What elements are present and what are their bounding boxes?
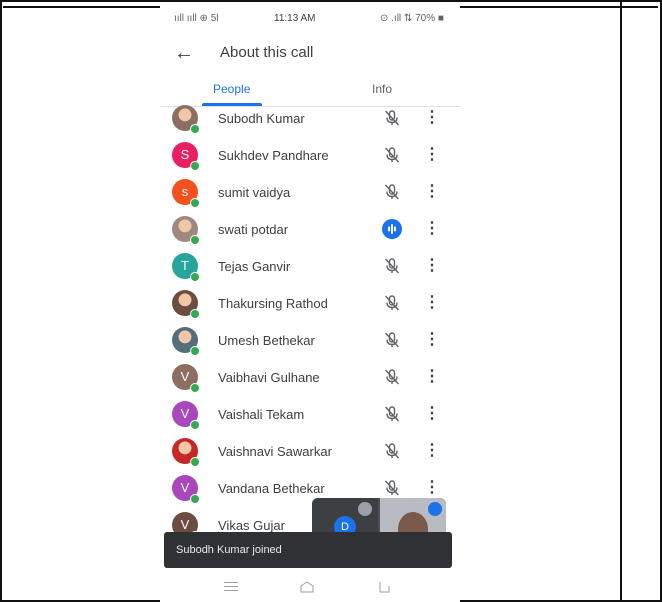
mic-off-icon	[384, 443, 400, 459]
more-options-icon[interactable]: ⋮	[422, 293, 442, 313]
presence-dot	[190, 346, 200, 356]
mic-off-icon	[384, 184, 400, 200]
participant-row[interactable]: swati potdar ⋮	[160, 211, 460, 248]
participant-name: Sukhdev Pandhare	[218, 148, 329, 163]
participant-row[interactable]: V Vaibhavi Gulhane ⋮	[160, 359, 460, 396]
participant-name: Tejas Ganvir	[218, 259, 291, 274]
mic-off-icon	[384, 258, 400, 274]
battery-indicators: ⊙ .ıll ⇅ 70% ■	[380, 13, 444, 24]
snackbar: Subodh Kumar joined	[164, 532, 452, 568]
mic-off-icon	[384, 332, 400, 348]
participant-row[interactable]: V Vaishali Tekam ⋮	[160, 396, 460, 433]
app-header: ← About this call	[160, 36, 460, 70]
presence-dot	[190, 309, 200, 319]
home-icon[interactable]	[300, 581, 314, 593]
participant-name: Vaishali Tekam	[218, 407, 305, 422]
participant-row[interactable]: S Sukhdev Pandhare ⋮	[160, 137, 460, 174]
participant-name: swati potdar	[218, 222, 289, 237]
presence-dot	[190, 494, 200, 504]
participant-row[interactable]: T Tejas Ganvir ⋮	[160, 248, 460, 285]
frame-right-rule	[620, 0, 622, 602]
back-arrow-icon[interactable]: ←	[174, 40, 200, 66]
system-nav-bar	[160, 576, 460, 602]
phone-screen: ııll ııll ⊕ 5l 11:13 AM ⊙ .ıll ⇅ 70% ■ ←…	[160, 6, 460, 602]
more-options-icon[interactable]: ⋮	[422, 441, 442, 461]
status-time: 11:13 AM	[274, 13, 316, 24]
more-options-icon[interactable]: ⋮	[422, 145, 442, 165]
speaking-icon	[382, 219, 402, 239]
more-options-icon[interactable]: ⋮	[422, 182, 442, 202]
presence-dot	[190, 457, 200, 467]
pip-speaking-icon	[428, 502, 442, 516]
status-bar: ııll ııll ⊕ 5l 11:13 AM ⊙ .ıll ⇅ 70% ■	[160, 6, 460, 30]
mic-off-icon	[384, 110, 400, 126]
participant-row[interactable]: Thakursing Rathod ⋮	[160, 285, 460, 322]
presence-dot	[190, 198, 200, 208]
presence-dot	[190, 420, 200, 430]
snackbar-text: Subodh Kumar joined	[176, 544, 282, 556]
mic-off-icon	[384, 480, 400, 496]
more-options-icon[interactable]: ⋮	[422, 478, 442, 498]
more-options-icon[interactable]: ⋮	[422, 404, 442, 424]
participant-row[interactable]: Umesh Bethekar ⋮	[160, 322, 460, 359]
more-options-icon[interactable]: ⋮	[422, 108, 442, 128]
presence-dot	[190, 235, 200, 245]
presence-dot	[190, 161, 200, 171]
more-options-icon[interactable]: ⋮	[422, 256, 442, 276]
mic-off-icon	[384, 147, 400, 163]
participant-row[interactable]: s sumit vaidya ⋮	[160, 174, 460, 211]
pip-mic-off-icon	[358, 502, 372, 516]
more-options-icon[interactable]: ⋮	[422, 219, 442, 239]
signal-indicators: ııll ııll ⊕ 5l	[174, 13, 219, 24]
back-nav-icon[interactable]	[378, 581, 390, 593]
participant-name: Umesh Bethekar	[218, 333, 315, 348]
tab-info[interactable]: Info	[372, 82, 392, 96]
participant-list: Subodh Kumar ⋮ S Sukhdev Pandhare ⋮ s sumit va…	[160, 100, 460, 540]
presence-dot	[190, 272, 200, 282]
participant-row[interactable]: Subodh Kumar ⋮	[160, 100, 460, 137]
participant-name: Vikas Gujar	[218, 518, 285, 533]
participant-name: sumit vaidya	[218, 185, 291, 200]
more-options-icon[interactable]: ⋮	[422, 330, 442, 350]
page-title: About this call	[220, 44, 314, 61]
participant-name: Thakursing Rathod	[218, 296, 328, 311]
participant-name: Vaibhavi Gulhane	[218, 370, 320, 385]
presence-dot	[190, 383, 200, 393]
presence-dot	[190, 124, 200, 134]
mic-off-icon	[384, 369, 400, 385]
participant-name: Vandana Bethekar	[218, 481, 325, 496]
tab-people[interactable]: People	[213, 82, 250, 96]
participant-row[interactable]: Vaishnavi Sawarkar ⋮	[160, 433, 460, 470]
recents-icon[interactable]	[224, 582, 238, 592]
participant-name: Subodh Kumar	[218, 111, 305, 126]
more-options-icon[interactable]: ⋮	[422, 367, 442, 387]
mic-off-icon	[384, 406, 400, 422]
mic-off-icon	[384, 295, 400, 311]
participant-name: Vaishnavi Sawarkar	[218, 444, 332, 459]
